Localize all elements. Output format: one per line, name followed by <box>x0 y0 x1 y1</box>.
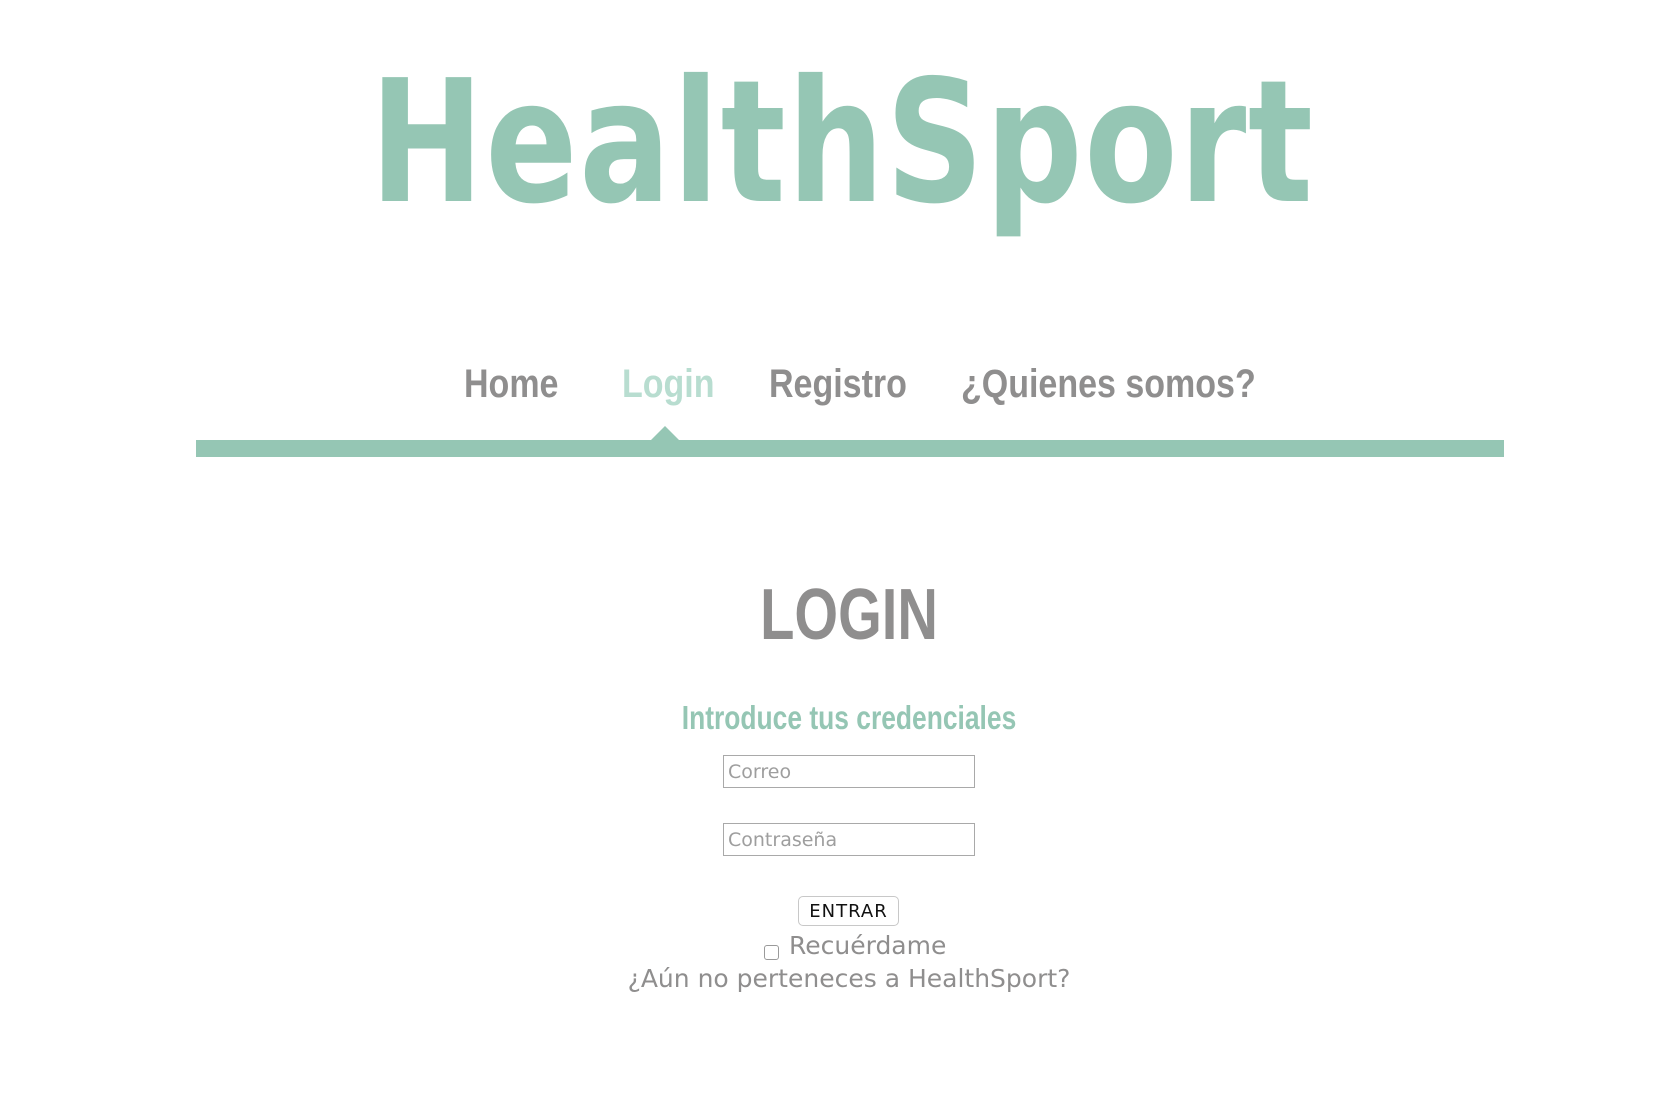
nav-underline-bar <box>196 440 1504 457</box>
nav-item-home[interactable]: Home <box>464 355 558 413</box>
nav-item-quienes-somos[interactable]: ¿Quienes somos? <box>961 355 1256 413</box>
nav-item-registro[interactable]: Registro <box>769 355 907 413</box>
active-nav-indicator <box>651 426 679 440</box>
password-field[interactable] <box>723 823 975 856</box>
nav-item-login[interactable]: Login <box>622 355 715 413</box>
login-subtitle: Introduce tus credenciales <box>681 699 1017 736</box>
logo: HealthSport <box>369 44 1315 242</box>
page-title: LOGIN <box>760 575 938 655</box>
main-nav: Home Login Registro ¿Quienes somos? <box>196 355 1504 425</box>
remember-me-label: Recuérdame <box>789 931 947 960</box>
remember-me-checkbox[interactable] <box>764 944 779 960</box>
submit-button[interactable]: ENTRAR <box>798 896 899 926</box>
remember-me[interactable]: Recuérdame <box>764 929 946 963</box>
email-field[interactable] <box>723 755 975 788</box>
register-link[interactable]: ¿Aún no perteneces a HealthSport? <box>0 962 1680 996</box>
